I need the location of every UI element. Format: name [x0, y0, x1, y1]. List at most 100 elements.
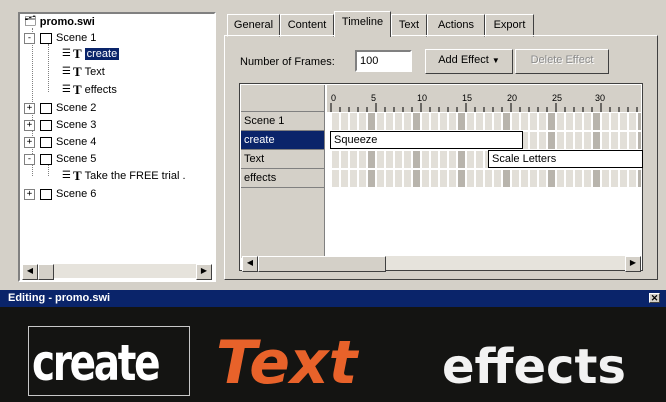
frame-cell[interactable]	[359, 113, 366, 130]
scroll-left-icon[interactable]: ◀	[22, 264, 38, 280]
frame-cell[interactable]	[368, 113, 375, 130]
layer-scene-1[interactable]: Scene 1	[241, 112, 325, 131]
tree-scene-4[interactable]: + Scene 4	[24, 134, 96, 150]
frame-cell[interactable]	[611, 113, 618, 130]
tree-horizontal-scrollbar[interactable]: ◀ ▶	[22, 264, 212, 280]
frame-cell[interactable]	[377, 151, 384, 168]
editing-title-bar[interactable]: Editing - promo.swi ✕	[0, 290, 666, 307]
frame-cell[interactable]	[359, 151, 366, 168]
frame-cell[interactable]	[485, 113, 492, 130]
frame-cell[interactable]	[566, 132, 573, 149]
frame-cell[interactable]	[386, 170, 393, 187]
frame-cell[interactable]	[548, 170, 555, 187]
frame-cell[interactable]	[521, 113, 528, 130]
expand-icon[interactable]: +	[24, 189, 35, 200]
frame-cell[interactable]	[467, 151, 474, 168]
frame-cell[interactable]	[620, 132, 627, 149]
frame-cell[interactable]	[395, 113, 402, 130]
frame-cell[interactable]	[512, 113, 519, 130]
tree-scene-1[interactable]: - Scene 1	[24, 30, 96, 46]
frame-cell[interactable]	[458, 151, 465, 168]
frame-cell[interactable]	[395, 170, 402, 187]
frame-cell[interactable]	[377, 170, 384, 187]
frame-cell[interactable]	[602, 132, 609, 149]
frame-cell[interactable]	[557, 113, 564, 130]
frame-cell[interactable]	[575, 170, 582, 187]
frame-cell[interactable]	[350, 113, 357, 130]
tree-item-effects[interactable]: ☰ Teffects	[62, 82, 117, 98]
frame-cell[interactable]	[404, 113, 411, 130]
scroll-right-icon[interactable]: ▶	[196, 264, 212, 280]
frame-cell[interactable]	[494, 170, 501, 187]
frame-cell[interactable]	[332, 170, 339, 187]
frame-cell[interactable]	[593, 132, 600, 149]
effect-bar-squeeze[interactable]: Squeeze	[330, 131, 523, 149]
frame-cell[interactable]	[476, 170, 483, 187]
add-effect-button[interactable]: Add Effect ▼	[425, 49, 513, 74]
frame-cell[interactable]	[638, 113, 641, 130]
frame-cell[interactable]	[629, 113, 636, 130]
frame-cell[interactable]	[530, 132, 537, 149]
tab-general[interactable]: General	[227, 14, 280, 37]
frame-cell[interactable]	[638, 132, 641, 149]
frame-cell[interactable]	[476, 113, 483, 130]
tab-export[interactable]: Export	[485, 14, 534, 37]
tab-actions[interactable]: Actions	[427, 14, 485, 37]
frame-cell[interactable]	[548, 132, 555, 149]
frame-cell[interactable]	[629, 170, 636, 187]
frame-cell[interactable]	[467, 113, 474, 130]
frame-cell[interactable]	[521, 170, 528, 187]
frame-cell[interactable]	[539, 170, 546, 187]
expand-icon[interactable]: +	[24, 137, 35, 148]
frame-cell[interactable]	[341, 113, 348, 130]
frame-cell[interactable]	[611, 132, 618, 149]
frame-cell[interactable]	[404, 151, 411, 168]
frame-cell[interactable]	[332, 151, 339, 168]
frame-cell[interactable]	[368, 151, 375, 168]
frame-cell[interactable]	[431, 170, 438, 187]
tab-timeline[interactable]: Timeline	[334, 11, 391, 37]
layer-effects[interactable]: effects	[241, 169, 325, 188]
tree-item-take-the-free-trial[interactable]: ☰ T Take the FREE trial .	[62, 168, 186, 184]
frame-cell[interactable]	[386, 113, 393, 130]
scrollbar-thumb[interactable]	[258, 256, 386, 272]
scroll-left-icon[interactable]: ◀	[242, 256, 258, 272]
collapse-icon[interactable]: -	[24, 154, 35, 165]
frame-cell[interactable]	[557, 132, 564, 149]
frame-cell[interactable]	[413, 151, 420, 168]
tree-scene-2[interactable]: + Scene 2	[24, 100, 96, 116]
frame-cell[interactable]	[584, 170, 591, 187]
frame-cell[interactable]	[422, 170, 429, 187]
frame-cell[interactable]	[584, 132, 591, 149]
frame-cell[interactable]	[503, 113, 510, 130]
tab-text[interactable]: Text	[391, 14, 427, 37]
frame-cell[interactable]	[557, 170, 564, 187]
frame-cell[interactable]	[539, 132, 546, 149]
frame-cell[interactable]	[629, 132, 636, 149]
word-effects[interactable]: effects	[442, 335, 626, 399]
frame-cell[interactable]	[413, 170, 420, 187]
delete-effect-button[interactable]: Delete Effect	[515, 49, 609, 74]
frame-cell[interactable]	[386, 151, 393, 168]
frame-cell[interactable]	[350, 170, 357, 187]
frame-cell[interactable]	[548, 113, 555, 130]
frame-cell[interactable]	[413, 113, 420, 130]
frame-cell[interactable]	[440, 113, 447, 130]
timeline-horizontal-scrollbar[interactable]: ◀ ▶	[242, 256, 641, 272]
frame-cell[interactable]	[584, 113, 591, 130]
frame-cell[interactable]	[341, 151, 348, 168]
frame-cell[interactable]	[467, 170, 474, 187]
frame-cell[interactable]	[449, 151, 456, 168]
layer-create[interactable]: create	[241, 131, 325, 150]
frame-cell[interactable]	[602, 113, 609, 130]
frame-cell[interactable]	[602, 170, 609, 187]
tree-root[interactable]: 🗂 promo.swi	[24, 14, 95, 30]
frame-cell[interactable]	[350, 151, 357, 168]
word-text[interactable]: Text	[216, 327, 357, 399]
frame-cell[interactable]	[512, 170, 519, 187]
frame-cell[interactable]	[494, 113, 501, 130]
frame-cell[interactable]	[368, 170, 375, 187]
frame-cell[interactable]	[638, 170, 641, 187]
scrollbar-thumb[interactable]	[38, 264, 54, 280]
frame-cell[interactable]	[395, 151, 402, 168]
